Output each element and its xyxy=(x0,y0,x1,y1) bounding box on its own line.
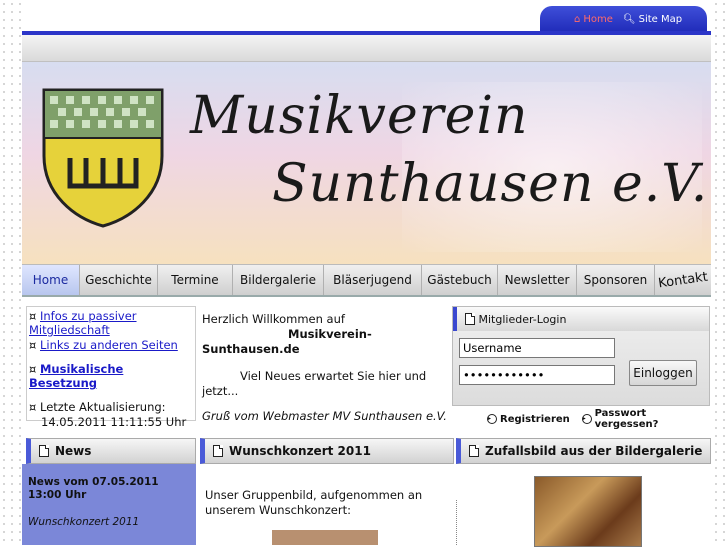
random-image-section-title: Zufallsbild aus der Bildergalerie xyxy=(485,444,703,458)
group-photo[interactable] xyxy=(272,530,378,545)
home-icon: ⌂ xyxy=(574,14,581,25)
news-section-title: News xyxy=(55,444,92,458)
coat-of-arms-icon xyxy=(42,88,164,228)
welcome-line3: Sunthausen.de xyxy=(202,342,300,356)
news-section-header: News xyxy=(26,438,196,464)
last-update-label: Letzte Aktualisierung: xyxy=(39,400,166,414)
arrow-right-icon: ▸ xyxy=(581,414,592,424)
password-input[interactable] xyxy=(459,365,615,385)
register-label: Registrieren xyxy=(500,413,570,425)
login-box: Mitglieder-Login Einloggen xyxy=(452,306,710,406)
wunschkonzert-text: Unser Gruppenbild, aufgenommen an unsere… xyxy=(205,488,435,518)
bullet: ¤ xyxy=(29,338,37,352)
nav-bildergalerie[interactable]: Bildergalerie xyxy=(233,265,324,295)
arrow-right-icon: ▸ xyxy=(487,414,497,424)
bullet: ¤ xyxy=(29,362,37,376)
random-gallery-image[interactable] xyxy=(534,476,642,547)
document-icon xyxy=(465,313,475,325)
wunsch-line1: Unser Gruppenbild, aufgenommen an xyxy=(205,488,423,502)
welcome-text: Herzlich Willkommen auf Musikverein- Sun… xyxy=(202,312,452,424)
banner-title-line2: Sunthausen e.V. xyxy=(272,154,709,214)
nav-blaeserjugend[interactable]: Bläserjugend xyxy=(324,265,422,295)
news-item-title[interactable]: News vom 07.05.2011 13:00 Uhr xyxy=(28,476,194,502)
sitemap-link[interactable]: 🔍︎ Site Map xyxy=(623,14,682,25)
forgot-password-label: Passwort vergessen? xyxy=(594,408,659,430)
document-icon xyxy=(39,445,49,457)
nav-home[interactable]: Home xyxy=(22,265,80,295)
login-header-label: Mitglieder-Login xyxy=(478,312,567,326)
news-item-subtitle: Wunschkonzert 2011 xyxy=(28,516,140,528)
register-link[interactable]: ▸ Registrieren xyxy=(487,408,570,430)
nav-gaestebuch[interactable]: Gästebuch xyxy=(422,265,498,295)
welcome-line4: Viel Neues erwartet Sie hier und xyxy=(240,369,427,383)
main-nav: Home Geschichte Termine Bildergalerie Bl… xyxy=(22,264,711,297)
magnifier-icon: 🔍︎ xyxy=(622,14,636,25)
wunschkonzert-section-title: Wunschkonzert 2011 xyxy=(229,444,371,458)
header-banner: Musikverein Sunthausen e.V. xyxy=(22,62,711,264)
bullet: ¤ xyxy=(29,309,37,323)
home-link-label: Home xyxy=(583,14,613,25)
nav-geschichte[interactable]: Geschichte xyxy=(80,265,158,295)
last-update-value: 14.05.2011 11:11:55 Uhr xyxy=(41,415,187,429)
page: ⌂ Home 🔍︎ Site Map Musikverein Sunthause… xyxy=(22,0,711,547)
nav-newsletter[interactable]: Newsletter xyxy=(498,265,577,295)
news-column: News vom 07.05.2011 13:00 Uhr Wunschkonz… xyxy=(22,464,196,545)
passive-membership-link[interactable]: Infos zu passiver Mitgliedschaft xyxy=(29,309,137,337)
nav-sponsoren[interactable]: Sponsoren xyxy=(577,265,655,295)
welcome-line2: Musikverein- xyxy=(288,327,372,341)
banner-title-line1: Musikverein xyxy=(190,86,529,146)
musical-lineup-link[interactable]: Musikalische Besetzung xyxy=(29,362,123,390)
welcome-signature: Gruß vom Webmaster MV Sunthausen e.V. xyxy=(202,409,447,423)
links-page-link[interactable]: Links zu anderen Seiten xyxy=(40,338,178,352)
nav-kontakt[interactable]: Kontakt xyxy=(653,261,713,299)
wunsch-line2: unserem Wunschkonzert: xyxy=(205,503,351,517)
wunschkonzert-section-header: Wunschkonzert 2011 xyxy=(200,438,454,464)
welcome-line1: Herzlich Willkommen auf xyxy=(202,312,345,326)
login-header: Mitglieder-Login xyxy=(453,307,709,331)
forgot-password-link[interactable]: ▸ Passwort vergessen? xyxy=(581,408,711,430)
bullet: ¤ xyxy=(29,400,37,414)
login-links: ▸ Registrieren ▸ Passwort vergessen? xyxy=(487,408,711,430)
nav-termine[interactable]: Termine xyxy=(158,265,233,295)
document-icon xyxy=(213,445,223,457)
divider xyxy=(456,500,458,545)
top-tab-bar: ⌂ Home 🔍︎ Site Map xyxy=(540,6,707,33)
home-link[interactable]: ⌂ Home xyxy=(574,14,613,25)
welcome-line5: jetzt... xyxy=(202,384,239,398)
random-image-section-header: Zufallsbild aus der Bildergalerie xyxy=(456,438,711,464)
login-button[interactable]: Einloggen xyxy=(629,360,697,386)
quick-links-box: ¤ Infos zu passiver Mitgliedschaft ¤ Lin… xyxy=(26,306,196,429)
header-bar xyxy=(22,35,711,62)
sitemap-link-label: Site Map xyxy=(638,14,683,25)
document-icon xyxy=(469,445,479,457)
username-input[interactable] xyxy=(459,338,615,358)
